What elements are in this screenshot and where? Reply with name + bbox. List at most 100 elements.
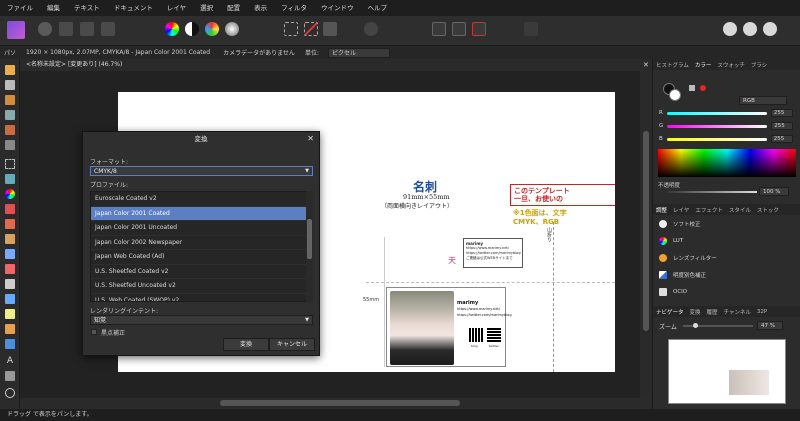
paint-brush-tool-icon[interactable] xyxy=(5,219,15,229)
zoom-slider[interactable] xyxy=(683,323,753,328)
menu-arrange[interactable]: 配置 xyxy=(220,0,247,16)
close-icon[interactable]: ✕ xyxy=(307,134,314,143)
brush-tool-icon[interactable] xyxy=(5,95,15,105)
adjustment-split-toning[interactable]: 明度別色補正 xyxy=(657,267,793,282)
grid-toggle-icon[interactable] xyxy=(432,22,446,36)
shape-tool-icon[interactable] xyxy=(5,339,15,349)
crop-tool-icon[interactable] xyxy=(5,110,15,120)
navigator-preview[interactable] xyxy=(668,339,786,404)
paint-tool-icon[interactable] xyxy=(5,125,15,135)
tab-transform[interactable]: 変換 xyxy=(687,308,704,316)
blue-slider[interactable]: B 255 xyxy=(659,135,794,143)
white-balance-icon[interactable] xyxy=(225,22,239,36)
tab-brushes[interactable]: ブラシ xyxy=(748,61,770,69)
snap-toggle-icon[interactable] xyxy=(452,22,466,36)
noise-icon[interactable] xyxy=(700,85,706,91)
selection-brush-icon[interactable] xyxy=(5,140,15,150)
document-close-icon[interactable]: ✕ xyxy=(643,61,649,69)
profile-item[interactable]: Japan Color 2002 Newspaper xyxy=(91,236,306,250)
adjustment-lens-filter[interactable]: レンズフィルター xyxy=(657,250,793,265)
deselect-icon[interactable] xyxy=(304,22,318,36)
smudge-tool-icon[interactable] xyxy=(5,249,15,259)
green-slider[interactable]: G 255 xyxy=(659,122,794,130)
color-mode-select[interactable]: RGB xyxy=(739,96,787,105)
persona-develop-icon[interactable] xyxy=(80,22,94,36)
profile-item[interactable]: Euroscale Coated v2 xyxy=(91,192,306,207)
color-picker-tool-icon[interactable] xyxy=(5,189,15,199)
menu-window[interactable]: ウインドウ xyxy=(314,0,361,16)
opacity-value[interactable]: 100 % xyxy=(759,187,789,196)
adjustment-ocio[interactable]: OCIO xyxy=(657,284,793,299)
eyedropper-icon[interactable] xyxy=(689,85,695,91)
marquee-select-icon[interactable] xyxy=(284,22,298,36)
green-value[interactable]: 255 xyxy=(771,122,794,130)
invert-selection-icon[interactable] xyxy=(323,22,337,36)
document-tab[interactable]: <名称未設定> [変更あり] (46.7%) xyxy=(20,59,652,71)
tab-swatches[interactable]: スウォッチ xyxy=(714,61,748,69)
tab-color[interactable]: カラー xyxy=(692,61,715,69)
settings-icon[interactable] xyxy=(763,22,777,36)
profile-list-scrollbar[interactable] xyxy=(306,191,313,302)
opacity-slider[interactable] xyxy=(667,191,757,193)
persona-photo-icon[interactable] xyxy=(38,22,52,36)
tab-styles[interactable]: スタイル xyxy=(726,206,754,214)
convert-button[interactable]: 変換 xyxy=(223,338,269,351)
zoom-value[interactable]: 47 % xyxy=(757,321,783,330)
tab-histogram[interactable]: ヒストグラム xyxy=(653,61,692,69)
profile-item[interactable]: U.S. Sheetfed Uncoated v2 xyxy=(91,279,306,294)
menu-help[interactable]: ヘルプ xyxy=(361,0,395,16)
tab-history[interactable]: 履歴 xyxy=(704,308,721,316)
menu-layer[interactable]: レイヤ xyxy=(160,0,193,16)
menu-view[interactable]: 表示 xyxy=(247,0,274,16)
menu-file[interactable]: ファイル xyxy=(0,0,40,16)
menu-select[interactable]: 選択 xyxy=(193,0,220,16)
app-logo-icon[interactable] xyxy=(7,21,25,39)
menu-document[interactable]: ドキュメント xyxy=(107,0,160,16)
quick-mask-icon[interactable] xyxy=(364,22,378,36)
profile-item[interactable]: Japan Color 2001 Uncoated xyxy=(91,221,306,236)
hsl-icon[interactable] xyxy=(205,22,219,36)
fill-color-swatch[interactable] xyxy=(669,89,681,101)
persona-liquify-icon[interactable] xyxy=(59,22,73,36)
red-value[interactable]: 255 xyxy=(770,109,793,117)
hand-tool-icon[interactable] xyxy=(5,65,15,75)
unit-select[interactable]: ピクセル xyxy=(327,47,390,58)
zoom-tool-icon[interactable] xyxy=(5,388,15,398)
color-spectrum[interactable] xyxy=(658,149,796,177)
adjustment-soft-proof[interactable]: ソフト校正 xyxy=(657,216,793,231)
blur-tool-icon[interactable] xyxy=(5,294,15,304)
erase-tool-icon[interactable] xyxy=(5,204,15,214)
levels-icon[interactable] xyxy=(185,22,199,36)
profile-list[interactable]: Euroscale Coated v2 Japan Color 2001 Coa… xyxy=(90,191,307,302)
pen-tool-icon[interactable] xyxy=(5,324,15,334)
black-point-checkbox[interactable] xyxy=(91,329,97,335)
tab-stock[interactable]: ストック xyxy=(754,206,782,214)
menu-edit[interactable]: 編集 xyxy=(40,0,67,16)
tab-channels[interactable]: チャンネル xyxy=(721,308,754,316)
blue-value[interactable]: 255 xyxy=(770,135,793,143)
cancel-button[interactable]: キャンセル xyxy=(269,338,315,351)
horizontal-scrollbar[interactable] xyxy=(20,398,640,408)
snapping-icon[interactable] xyxy=(472,22,486,36)
persona-export-icon[interactable] xyxy=(101,22,115,36)
tab-layers[interactable]: レイヤ xyxy=(670,206,692,214)
chat-icon[interactable] xyxy=(723,22,737,36)
profile-item[interactable]: U.S. Sheetfed Coated v2 xyxy=(91,265,306,279)
marquee-tool-icon[interactable] xyxy=(5,159,15,169)
tab-navigator[interactable]: ナビゲータ xyxy=(653,308,687,316)
tab-32p[interactable]: 32P xyxy=(754,309,770,315)
color-wheel-icon[interactable] xyxy=(165,22,179,36)
red-eye-tool-icon[interactable] xyxy=(5,309,15,319)
clone-tool-icon[interactable] xyxy=(5,234,15,244)
rendering-intent-select[interactable]: 知覚 ▼ xyxy=(90,315,313,325)
adjustment-lut[interactable]: LUT xyxy=(657,233,793,248)
profile-item-selected[interactable]: Japan Color 2001 Coated xyxy=(91,206,306,221)
profile-item[interactable]: Japan Web Coated (Ad) xyxy=(91,250,306,265)
gradient-tool-icon[interactable] xyxy=(5,371,15,381)
menu-filter[interactable]: フィルタ xyxy=(274,0,314,16)
assistant-icon[interactable] xyxy=(524,22,538,36)
menu-text[interactable]: テキスト xyxy=(67,0,107,16)
tab-adjustment[interactable]: 調整 xyxy=(653,206,670,214)
tab-effects[interactable]: エフェクト xyxy=(692,206,726,214)
vertical-scrollbar[interactable] xyxy=(640,71,652,398)
